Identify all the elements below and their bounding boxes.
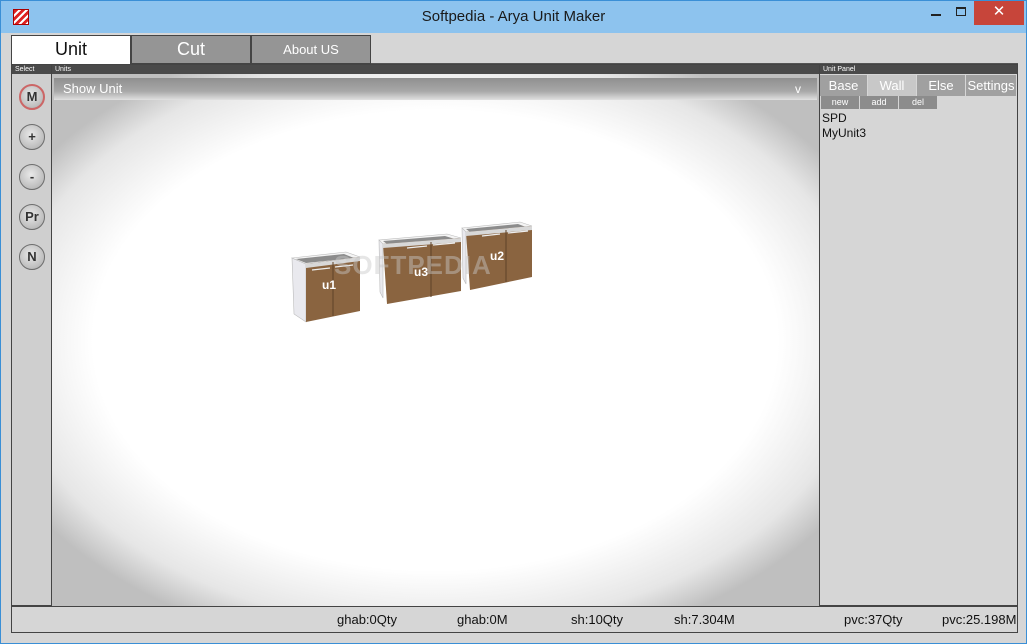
select-panel-header: Select [12, 65, 51, 74]
units-panel: Units Show Unit v u1 u3 u2 SOFTPEDIA [52, 64, 819, 606]
unit-panel-header: Unit Panel [820, 65, 1017, 74]
add-unit-button[interactable]: add [860, 96, 898, 109]
add-button[interactable]: + [19, 124, 45, 150]
new-button[interactable]: N [19, 244, 45, 270]
unit-panel-actions: new add del [820, 96, 1017, 110]
maximize-button[interactable] [946, 1, 976, 25]
tab-about-us[interactable]: About US [251, 35, 371, 64]
minimize-icon [931, 14, 941, 16]
status-pvc-m: pvc:25.198M [942, 612, 1017, 627]
status-bar: ghab:0Qty ghab:0M sh:10Qty sh:7.304M pvc… [11, 606, 1018, 633]
tab-else[interactable]: Else [917, 75, 966, 96]
maximize-icon [956, 7, 966, 16]
status-sh-qty: sh:10Qty [571, 612, 624, 627]
app-window: Softpedia - Arya Unit Maker ✕ Unit Cut A… [0, 0, 1027, 644]
status-sh-m: sh:7.304M [674, 612, 735, 627]
close-button[interactable]: ✕ [974, 1, 1024, 25]
main-tabs: Unit Cut About US [11, 35, 1018, 64]
title-bar[interactable]: Softpedia - Arya Unit Maker ✕ [1, 1, 1026, 33]
3d-viewport[interactable]: Show Unit v u1 u3 u2 SOFTPEDIA [52, 74, 819, 606]
unit-list: SPD MyUnit3 [822, 111, 866, 141]
select-panel: Select M + - Pr N [11, 64, 52, 606]
list-item[interactable]: SPD [822, 111, 866, 126]
show-unit-dropdown[interactable]: Show Unit v [54, 78, 817, 100]
tab-cut[interactable]: Cut [131, 35, 251, 64]
chevron-down-icon: v [795, 82, 801, 96]
units-panel-header: Units [52, 65, 819, 74]
status-ghab-m: ghab:0M [457, 612, 508, 627]
unit-panel-tabs: Base Wall Else Settings [820, 75, 1017, 96]
status-pvc-qty: pvc:37Qty [844, 612, 903, 627]
status-ghab-qty: ghab:0Qty [337, 612, 397, 627]
watermark: SOFTPEDIA [334, 250, 492, 280]
list-item[interactable]: MyUnit3 [822, 126, 866, 141]
move-button[interactable]: M [19, 84, 45, 110]
unit-panel: Unit Panel Base Wall Else Settings new a… [819, 64, 1018, 606]
close-icon: ✕ [992, 3, 1006, 20]
tab-base[interactable]: Base [820, 75, 868, 96]
cabinet-label-u2: u2 [490, 249, 505, 263]
tab-settings[interactable]: Settings [966, 75, 1017, 96]
new-unit-button[interactable]: new [821, 96, 859, 109]
tab-wall[interactable]: Wall [868, 75, 917, 96]
delete-unit-button[interactable]: del [899, 96, 937, 109]
remove-button[interactable]: - [19, 164, 45, 190]
window-title: Softpedia - Arya Unit Maker [421, 8, 606, 25]
tab-unit[interactable]: Unit [11, 35, 131, 64]
preview-button[interactable]: Pr [19, 204, 45, 230]
show-unit-label: Show Unit [63, 81, 123, 96]
